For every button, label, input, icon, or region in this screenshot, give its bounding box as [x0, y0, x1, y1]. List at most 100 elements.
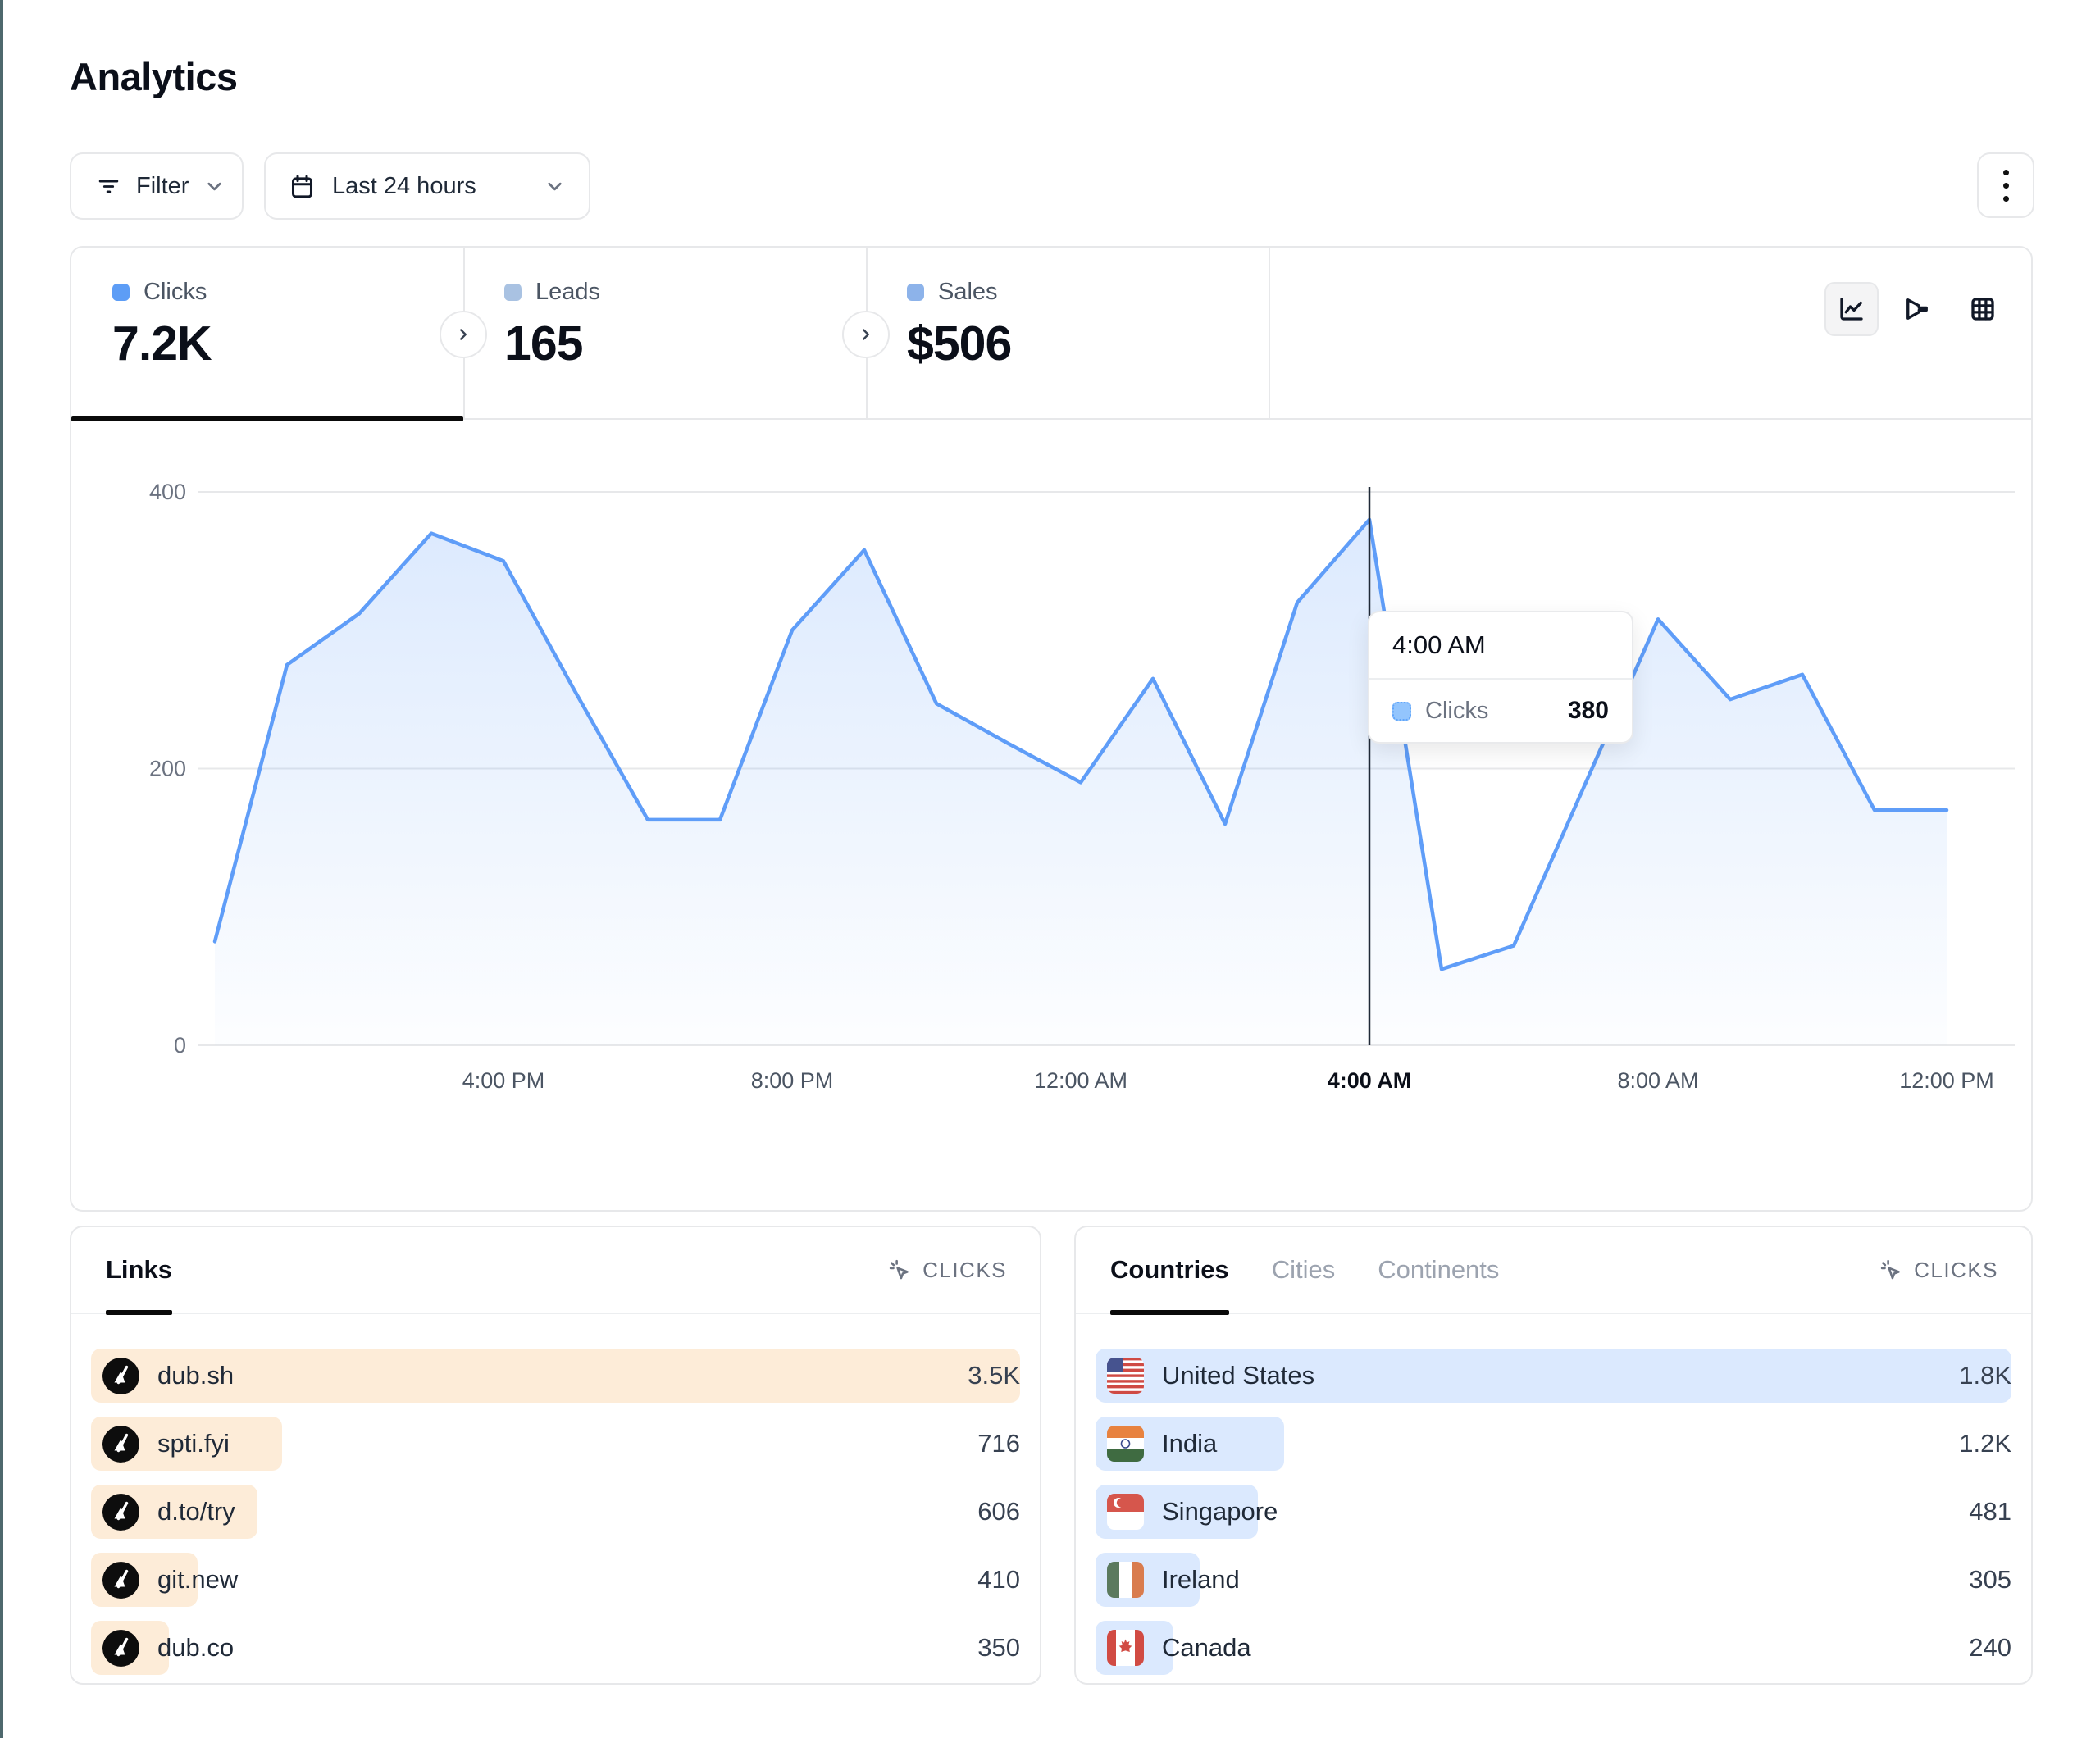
stat-label: Clicks	[143, 279, 207, 306]
row-value: 1.2K	[1959, 1429, 2011, 1458]
stat-tab-sales[interactable]: Sales $506	[866, 248, 1269, 420]
country-row[interactable]: Ireland 305	[1096, 1553, 2011, 1607]
link-row[interactable]: dub.sh 3.5K	[91, 1349, 1020, 1403]
row-value: 716	[977, 1429, 1020, 1458]
row-label: spti.fyi	[157, 1429, 230, 1458]
page-title: Analytics	[70, 54, 237, 99]
dub-logo-icon	[102, 1494, 139, 1531]
chevron-down-icon	[544, 175, 566, 198]
row-value: 410	[977, 1565, 1020, 1595]
analytics-page: Analytics Filter Last 24 hours Clicks	[0, 0, 2100, 1738]
link-row[interactable]: d.to/try 606	[91, 1485, 1020, 1539]
tab-links[interactable]: Links	[106, 1226, 172, 1313]
screen-edge-artifact	[0, 0, 3, 1738]
dub-logo-icon	[102, 1630, 139, 1667]
tab-countries[interactable]: Countries	[1110, 1226, 1229, 1313]
x-axis-tick: 12:00 AM	[1034, 1068, 1127, 1093]
chart-type-switcher	[1824, 282, 2010, 336]
clicks-series-swatch	[112, 284, 130, 301]
analytics-card: Clicks 7.2K Leads 165 Sales $506	[70, 246, 2033, 1212]
x-axis-tick: 4:00 AM	[1328, 1068, 1412, 1093]
row-value: 350	[977, 1633, 1020, 1663]
country-row[interactable]: Singapore 481	[1096, 1485, 2011, 1539]
link-row[interactable]: spti.fyi 716	[91, 1417, 1020, 1471]
us-flag-icon	[1107, 1358, 1144, 1394]
expand-clicks-button[interactable]	[440, 311, 487, 358]
active-tab-indicator	[71, 416, 463, 421]
sales-series-swatch	[907, 284, 924, 301]
tab-continents[interactable]: Continents	[1378, 1226, 1499, 1313]
x-axis-tick: 12:00 PM	[1899, 1068, 1994, 1093]
kebab-menu-icon	[2003, 170, 2009, 175]
row-label: d.to/try	[157, 1497, 235, 1526]
y-axis-tick: 0	[174, 1033, 186, 1058]
row-value: 240	[1969, 1633, 2011, 1663]
more-options-button[interactable]	[1977, 152, 2034, 218]
line-chart-view-button[interactable]	[1824, 282, 1879, 336]
y-axis-tick: 200	[149, 757, 186, 781]
stat-value: 165	[504, 316, 866, 371]
date-range-button[interactable]: Last 24 hours	[264, 152, 590, 220]
calendar-icon	[289, 173, 316, 200]
stat-value: 7.2K	[112, 316, 463, 371]
row-label: United States	[1162, 1361, 1314, 1390]
stat-label: Sales	[938, 279, 998, 306]
row-value: 305	[1969, 1565, 2011, 1595]
cursor-click-icon	[1879, 1258, 1904, 1283]
chart-tooltip: 4:00 AM Clicks 380	[1368, 611, 1633, 744]
row-value: 606	[977, 1497, 1020, 1526]
country-row[interactable]: Canada 240	[1096, 1621, 2011, 1675]
links-metric-toggle[interactable]: CLICKS	[887, 1258, 1007, 1283]
sg-flag-icon	[1107, 1494, 1144, 1530]
links-panel: Links CLICKS dub.sh 3.5K spti.fyi 716 d.to/t…	[70, 1226, 1041, 1685]
stats-header: Clicks 7.2K Leads 165 Sales $506	[71, 248, 2031, 420]
row-label: Ireland	[1162, 1565, 1240, 1595]
row-label: git.new	[157, 1565, 238, 1595]
expand-leads-button[interactable]	[842, 311, 890, 358]
metric-label: CLICKS	[1914, 1258, 1998, 1283]
filter-lines-icon	[96, 174, 121, 199]
line-chart-icon	[1837, 294, 1866, 324]
leads-series-swatch	[504, 284, 522, 301]
tooltip-value: 380	[1568, 697, 1609, 725]
row-value: 3.5K	[968, 1361, 1020, 1390]
row-label: India	[1162, 1429, 1217, 1458]
dub-logo-icon	[102, 1426, 139, 1463]
stat-tab-leads[interactable]: Leads 165	[463, 248, 866, 420]
row-label: Singapore	[1162, 1497, 1278, 1526]
stat-value: $506	[907, 316, 1269, 371]
date-range-label: Last 24 hours	[332, 173, 476, 200]
row-label: Canada	[1162, 1633, 1251, 1663]
row-value: 1.8K	[1959, 1361, 2011, 1390]
stat-tab-clicks[interactable]: Clicks 7.2K	[71, 248, 463, 420]
tab-cities[interactable]: Cities	[1272, 1226, 1336, 1313]
x-axis-tick: 4:00 PM	[462, 1068, 545, 1093]
in-flag-icon	[1107, 1426, 1144, 1462]
filter-button[interactable]: Filter	[70, 152, 244, 220]
chevron-right-icon	[454, 325, 472, 344]
country-row[interactable]: India 1.2K	[1096, 1417, 2011, 1471]
metric-label: CLICKS	[922, 1258, 1007, 1283]
countries-metric-toggle[interactable]: CLICKS	[1879, 1258, 1998, 1283]
funnel-chart-icon	[1902, 294, 1932, 324]
funnel-view-button[interactable]	[1890, 282, 1944, 336]
clicks-time-series-chart[interactable]: 02004004:00 PM8:00 PM12:00 AM4:00 AM8:00…	[71, 453, 2034, 1117]
tooltip-series-label: Clicks	[1425, 698, 1488, 725]
dub-logo-icon	[102, 1562, 139, 1599]
row-label: dub.co	[157, 1633, 234, 1663]
table-view-button[interactable]	[1956, 282, 2010, 336]
ca-flag-icon	[1107, 1630, 1144, 1666]
link-row[interactable]: dub.co 350	[91, 1621, 1020, 1675]
cursor-click-icon	[887, 1258, 913, 1283]
row-value: 481	[1969, 1497, 2011, 1526]
chevron-down-icon	[203, 175, 225, 198]
countries-panel: Countries Cities Continents CLICKS Unite…	[1074, 1226, 2033, 1685]
table-grid-icon	[1968, 294, 1998, 324]
clicks-series-swatch	[1392, 702, 1411, 721]
chevron-right-icon	[857, 325, 875, 344]
country-row[interactable]: United States 1.8K	[1096, 1349, 2011, 1403]
x-axis-tick: 8:00 PM	[751, 1068, 834, 1093]
link-row[interactable]: git.new 410	[91, 1553, 1020, 1607]
row-label: dub.sh	[157, 1361, 234, 1390]
stat-label: Leads	[535, 279, 600, 306]
